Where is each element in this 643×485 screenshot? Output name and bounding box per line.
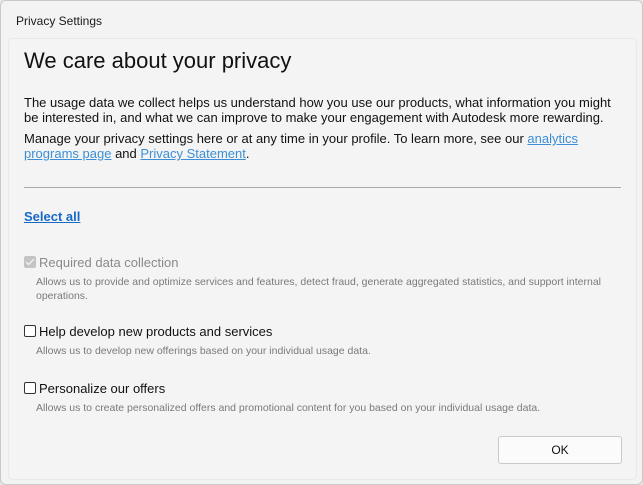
required-data-checkbox	[24, 256, 36, 268]
privacy-settings-window: Privacy Settings We care about your priv…	[0, 0, 643, 485]
option-help-develop: Help develop new products and services A…	[24, 324, 624, 358]
intro-paragraph: The usage data we collect helps us under…	[24, 95, 611, 125]
manage-text: Manage your privacy settings here or at …	[24, 131, 528, 146]
required-data-description: Allows us to provide and optimize servic…	[36, 276, 601, 302]
page-title: We care about your privacy	[24, 48, 292, 73]
title-bar[interactable]: Privacy Settings	[1, 1, 642, 39]
manage-paragraph: Manage your privacy settings here or at …	[24, 131, 624, 161]
help-develop-description: Allows us to develop new offerings based…	[36, 345, 371, 357]
and-text: and	[111, 146, 141, 161]
required-data-label: Required data collection	[39, 255, 179, 270]
option-required-data-collection: Required data collection Allows us to pr…	[24, 255, 624, 303]
privacy-panel: We care about your privacy The usage dat…	[9, 39, 636, 479]
divider	[24, 187, 621, 188]
help-develop-label[interactable]: Help develop new products and services	[39, 324, 272, 339]
select-all-link[interactable]: Select all	[24, 209, 80, 224]
personalize-offers-description: Allows us to create personalized offers …	[36, 402, 541, 414]
option-personalize-offers: Personalize our offers Allows us to crea…	[24, 381, 624, 415]
ok-button[interactable]: OK	[498, 436, 622, 464]
window-title: Privacy Settings	[16, 14, 103, 28]
privacy-statement-link[interactable]: Privacy Statement	[140, 146, 246, 161]
personalize-offers-label[interactable]: Personalize our offers	[39, 381, 165, 396]
personalize-offers-checkbox[interactable]	[24, 382, 36, 394]
help-develop-checkbox[interactable]	[24, 325, 36, 337]
period-text: .	[245, 146, 250, 161]
